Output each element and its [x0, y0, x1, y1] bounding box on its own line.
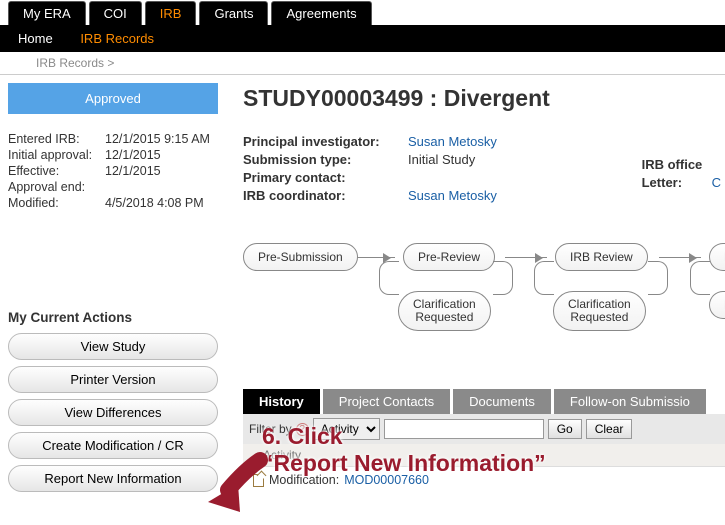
pi-label: Principal investigator: — [243, 134, 408, 149]
lower-tabs: History Project Contacts Documents Follo… — [243, 389, 725, 414]
modified-label: Modified: — [8, 196, 105, 210]
pi-link[interactable]: Susan Metosky — [408, 134, 497, 149]
go-button[interactable]: Go — [548, 419, 582, 439]
approval-end-label: Approval end: — [8, 180, 105, 194]
effective-value: 12/1/2015 — [105, 164, 161, 178]
initial-approval-label: Initial approval: — [8, 148, 105, 162]
filter-label: Filter by — [249, 422, 292, 436]
primary-contact-label: Primary contact: — [243, 170, 408, 185]
actions-title: My Current Actions — [8, 310, 233, 325]
filter-select[interactable]: Activity — [313, 418, 380, 440]
wf-post-review: Po — [709, 243, 725, 271]
modification-label: Modification: — [269, 473, 339, 487]
side-info: IRB office Letter: C — [642, 157, 721, 193]
workflow-diagram: Pre-Submission Pre-Review IRB Review Po … — [243, 231, 725, 351]
create-modification-button[interactable]: Create Modification / CR — [8, 432, 218, 459]
entered-value: 12/1/2015 9:15 AM — [105, 132, 210, 146]
loop-icon — [648, 261, 668, 295]
effective-label: Effective: — [8, 164, 105, 178]
view-study-button[interactable]: View Study — [8, 333, 218, 360]
tab-documents[interactable]: Documents — [453, 389, 551, 414]
wf-pre-review: Pre-Review — [403, 243, 495, 271]
status-badge: Approved — [8, 83, 218, 114]
page-title: STUDY00003499 : Divergent — [243, 85, 725, 112]
filter-input[interactable] — [384, 419, 544, 439]
letter-link[interactable]: C — [712, 175, 721, 190]
loop-icon — [534, 261, 554, 295]
document-icon — [253, 474, 264, 487]
wf-clarification-2: ClarificationRequested — [553, 291, 646, 331]
main-tabs: My ERA COI IRB Grants Agreements — [0, 0, 725, 25]
tab-history[interactable]: History — [243, 389, 320, 414]
view-differences-button[interactable]: View Differences — [8, 399, 218, 426]
arrow-icon — [357, 257, 395, 258]
loop-icon — [690, 261, 710, 295]
irb-coordinator-link[interactable]: Susan Metosky — [408, 188, 497, 203]
column-header-activity: Activity — [243, 444, 725, 467]
subnav-irb-records[interactable]: IRB Records — [80, 31, 154, 46]
entered-label: Entered IRB: — [8, 132, 105, 146]
sub-nav: Home IRB Records — [0, 25, 725, 52]
report-new-information-button[interactable]: Report New Information — [8, 465, 218, 492]
modified-value: 4/5/2018 4:08 PM — [105, 196, 204, 210]
wf-irb-review: IRB Review — [555, 243, 648, 271]
subnav-home[interactable]: Home — [18, 31, 53, 46]
modification-link[interactable]: MOD00007660 — [344, 473, 429, 487]
tab-coi[interactable]: COI — [89, 1, 142, 25]
wf-pre-submission: Pre-Submission — [243, 243, 358, 271]
arrow-icon — [505, 257, 547, 258]
tab-project-contacts[interactable]: Project Contacts — [323, 389, 450, 414]
clear-button[interactable]: Clear — [586, 419, 633, 439]
printer-version-button[interactable]: Printer Version — [8, 366, 218, 393]
loop-icon — [379, 261, 399, 295]
tab-agreements[interactable]: Agreements — [271, 1, 371, 25]
loop-icon — [493, 261, 513, 295]
tab-grants[interactable]: Grants — [199, 1, 268, 25]
tab-my-era[interactable]: My ERA — [8, 1, 86, 25]
irb-office-label: IRB office — [642, 157, 708, 172]
breadcrumb: IRB Records > — [0, 52, 725, 75]
letter-label: Letter: — [642, 175, 708, 190]
table-row: Modification: MOD00007660 — [243, 467, 725, 493]
submission-type-value: Initial Study — [408, 152, 475, 167]
filter-bar: Filter by ? Activity Go Clear — [243, 414, 725, 444]
help-icon[interactable]: ? — [296, 423, 309, 436]
submission-type-label: Submission type: — [243, 152, 408, 167]
arrow-icon — [659, 257, 701, 258]
wf-modification: Mo — [709, 291, 725, 319]
initial-approval-value: 12/1/2015 — [105, 148, 161, 162]
tab-follow-on[interactable]: Follow-on Submissio — [554, 389, 706, 414]
wf-clarification-1: ClarificationRequested — [398, 291, 491, 331]
tab-irb[interactable]: IRB — [145, 1, 197, 25]
irb-coordinator-label: IRB coordinator: — [243, 188, 408, 203]
